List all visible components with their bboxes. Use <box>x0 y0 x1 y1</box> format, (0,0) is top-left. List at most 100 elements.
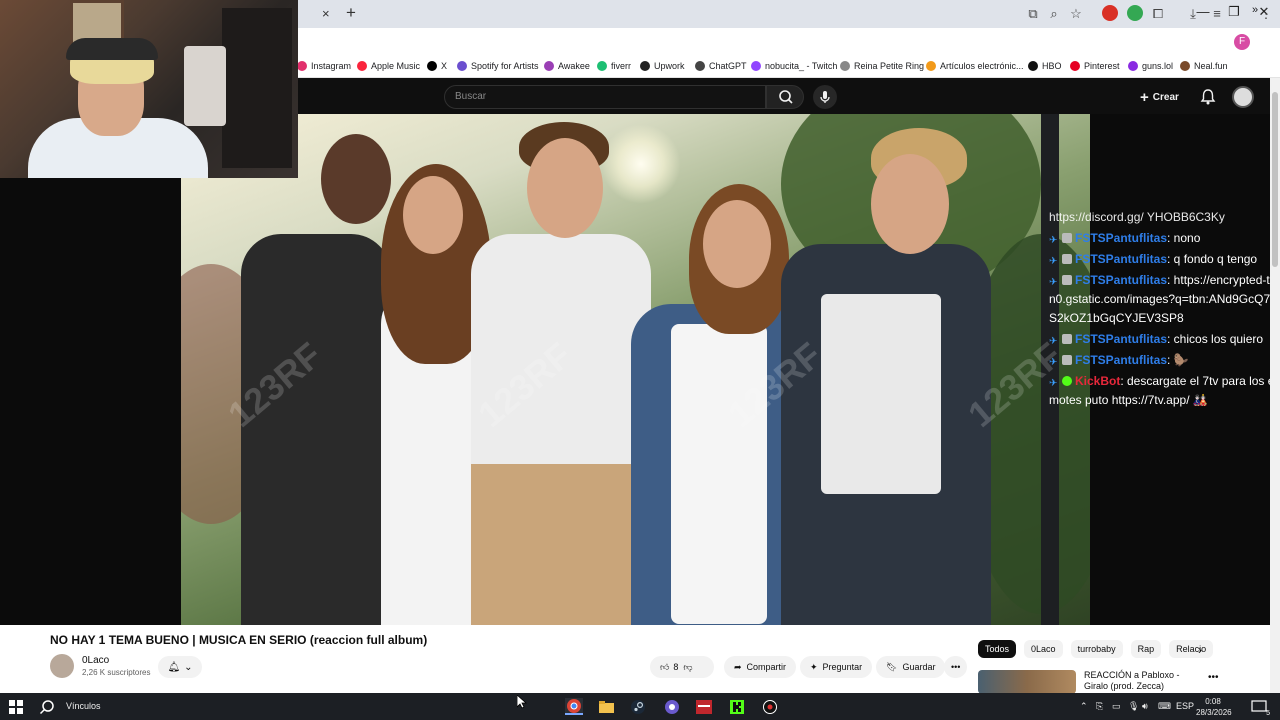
bookmark-favicon-icon <box>926 61 936 71</box>
taskbar-clock[interactable]: 0:08 28/3/2026 <box>1196 696 1232 718</box>
media-controls-icon[interactable]: ≡ <box>1208 6 1226 21</box>
chevron-right-icon[interactable]: › <box>1198 643 1202 657</box>
extension-icon[interactable] <box>1102 5 1118 21</box>
steam-icon[interactable] <box>629 698 647 715</box>
extension-icon[interactable] <box>1127 5 1143 21</box>
user-avatar[interactable] <box>1232 86 1254 108</box>
tray-device-icon[interactable]: ▭ <box>1112 701 1121 712</box>
windows-start-icon[interactable] <box>7 698 25 715</box>
bookmark-icon: 🔖︎ <box>886 661 898 672</box>
recommended-video-thumbnail[interactable] <box>978 670 1076 694</box>
filter-chip[interactable]: Relacio <box>1169 640 1214 658</box>
filter-chip[interactable]: 0Laco <box>1024 640 1063 658</box>
chat-username[interactable]: FSTSPantuflitas <box>1075 252 1167 266</box>
bookmark-item[interactable]: fiverr <box>597 61 631 71</box>
bookmark-item[interactable]: Spotify for Artists <box>457 61 539 71</box>
chat-username[interactable]: KickBot <box>1075 374 1120 388</box>
search-input[interactable]: Buscar <box>444 85 766 109</box>
bookmark-item[interactable]: HBO <box>1028 61 1062 71</box>
app-icon[interactable] <box>761 698 779 715</box>
chevron-down-icon: ⌄ <box>184 661 193 673</box>
thumbs-down-icon: 👎︎ <box>683 661 693 672</box>
chat-text: : nono <box>1167 231 1201 245</box>
tray-keyboard-icon[interactable]: ⌨ <box>1158 701 1171 712</box>
obs-icon[interactable] <box>663 698 681 715</box>
bookmark-favicon-icon <box>840 61 850 71</box>
chat-username[interactable]: FSTSPantuflitas <box>1075 273 1167 287</box>
channel-avatar[interactable] <box>50 654 74 678</box>
hanging-shirt <box>184 46 226 126</box>
voice-search-button[interactable] <box>813 85 837 109</box>
browser-menu-icon[interactable]: ⋮ <box>1257 6 1275 22</box>
bookmark-favicon-icon <box>1128 61 1138 71</box>
bookmark-label: fiverr <box>611 61 631 71</box>
chat-message: ✈ FSTSPantuflitas: https://encrypted-tbn0… <box>1049 271 1279 328</box>
bookmark-item[interactable]: Upwork <box>640 61 685 71</box>
filter-chip[interactable]: turrobaby <box>1070 640 1123 658</box>
tray-chevron-up-icon[interactable]: ⌃ <box>1080 701 1088 712</box>
tray-volume-icon[interactable]: 🔊︎ <box>1142 701 1148 712</box>
shelf <box>222 8 292 168</box>
bookmark-item[interactable]: nobucita_ - Twitch <box>751 61 837 71</box>
taskbar-search-icon[interactable] <box>38 698 56 715</box>
person-figure <box>241 234 391 625</box>
download-icon[interactable]: ⤓ <box>1184 6 1202 22</box>
bookmark-item[interactable]: Pinterest <box>1070 61 1120 71</box>
search-button[interactable] <box>766 85 804 109</box>
subscription-bell-button[interactable]: 🔔︎ ⌄ <box>158 656 202 678</box>
bookmark-favicon-icon <box>1028 61 1038 71</box>
create-button[interactable]: + Crear <box>1140 86 1179 108</box>
share-button[interactable]: ➦ Compartir <box>724 656 797 678</box>
file-explorer-icon[interactable] <box>597 698 615 715</box>
zoom-icon[interactable]: ⌕ <box>1045 6 1063 22</box>
bookmark-item[interactable]: Apple Music <box>357 61 420 71</box>
bookmark-item[interactable]: Awakee <box>544 61 590 71</box>
video-frame[interactable]: 123RF 123RF 123RF 123RF <box>181 114 1090 625</box>
chat-username[interactable]: FSTSPantuflitas <box>1075 353 1167 367</box>
chat-badge-icon: ✈ <box>1049 378 1058 389</box>
notifications-bell-icon[interactable] <box>1198 87 1218 107</box>
filter-chip[interactable]: Rap <box>1130 640 1162 658</box>
channel-name[interactable]: 0Laco <box>82 655 109 666</box>
filter-chip[interactable]: Todos <box>978 640 1017 658</box>
tray-language[interactable]: ESP <box>1176 701 1194 711</box>
scrollbar-thumb[interactable] <box>1272 92 1278 267</box>
bookmark-item[interactable]: guns.lol <box>1128 61 1173 71</box>
profile-avatar[interactable]: F <box>1234 34 1250 50</box>
kick-icon[interactable] <box>728 698 746 715</box>
bookmark-item[interactable]: X <box>427 61 447 71</box>
bookmark-star-icon[interactable]: ☆ <box>1067 6 1085 22</box>
bookmark-item[interactable]: Reina Petite Ring <box>840 61 924 71</box>
chat-username[interactable]: FSTSPantuflitas <box>1075 231 1167 245</box>
bookmarks-overflow-button[interactable]: » <box>1252 4 1258 16</box>
bookmark-item[interactable]: Artículos electrónic... <box>926 61 1024 71</box>
install-app-icon[interactable]: ⧉ <box>1024 6 1042 22</box>
person-dress <box>671 324 767 624</box>
person-head <box>703 200 771 288</box>
links-toolbar-label[interactable]: Vínculos <box>66 701 101 711</box>
close-tab-button[interactable]: × <box>322 6 330 21</box>
new-tab-button[interactable]: + <box>346 3 356 23</box>
notification-center-icon[interactable]: 5 <box>1250 698 1270 717</box>
chat-partial-text: https://discord.gg/ YHOBB6C3Ky <box>1049 210 1225 224</box>
recommended-video-title[interactable]: REACCIÓN a Pabloxo - Giralo (prod. Zecca… <box>1084 670 1204 692</box>
tray-network-icon[interactable]: ⎘ <box>1096 701 1103 712</box>
restore-window-button[interactable]: ❐ <box>1224 4 1244 20</box>
bookmark-item[interactable]: ChatGPT <box>695 61 747 71</box>
recommendation-more-icon[interactable]: ••• <box>1208 672 1219 683</box>
like-button[interactable]: 👍︎ 8 <box>660 662 678 673</box>
ask-button[interactable]: ✦ Preguntar <box>800 656 873 678</box>
stream-tool-icon[interactable] <box>695 698 713 715</box>
chat-badge-icon: ✈ <box>1049 357 1058 368</box>
chat-username[interactable]: FSTSPantuflitas <box>1075 332 1167 346</box>
extensions-puzzle-icon[interactable]: ⧠ <box>1149 6 1167 22</box>
bookmark-item[interactable]: Instagram <box>297 61 351 71</box>
save-button[interactable]: 🔖︎ Guardar <box>876 656 946 678</box>
ask-label: Preguntar <box>822 662 863 672</box>
tray-microphone-icon[interactable]: 🎙︎ <box>1128 701 1139 712</box>
search-icon <box>779 90 793 104</box>
bookmark-item[interactable]: Neal.fun <box>1180 61 1228 71</box>
chrome-icon[interactable] <box>565 698 583 715</box>
plus-icon: + <box>1140 88 1149 106</box>
dislike-button[interactable]: 👎︎ <box>683 662 692 673</box>
